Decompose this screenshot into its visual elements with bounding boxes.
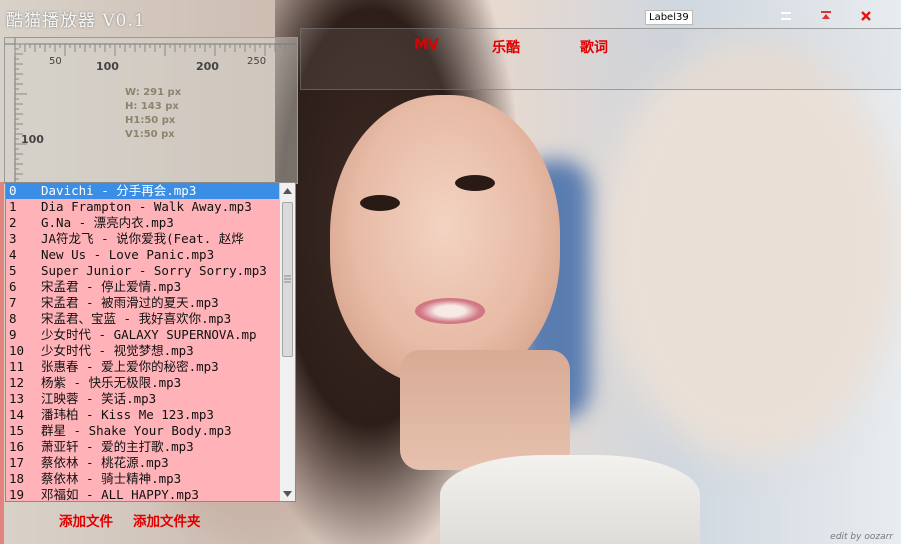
track-name: 江映蓉 - 笑话.mp3 [41,391,157,406]
track-index: 18 [9,471,25,486]
track-index: 17 [9,455,25,470]
playlist-item[interactable]: 8 宋孟君、宝蓝 - 我好喜欢你.mp3 [6,311,282,327]
track-index: 3 [9,231,17,246]
add-folder-button[interactable]: 添加文件夹 [133,510,201,530]
track-index: 16 [9,439,25,454]
watermark: edit by oozarr [830,532,893,542]
ruler-height: H: 143 px [125,101,179,112]
playlist-item[interactable]: 7 宋孟君 - 被雨滑过的夏天.mp3 [6,295,282,311]
track-index: 5 [9,263,17,278]
track-index: 2 [9,215,17,230]
ruler-x-tick: 100 [96,60,119,73]
track-name: Davichi - 分手再会.mp3 [41,183,197,198]
track-name: 蔡依林 - 骑士精神.mp3 [41,471,182,486]
ruler-x-tick: 250 [247,56,267,67]
track-name: 少女时代 - 视觉梦想.mp3 [41,343,194,358]
track-name: 少女时代 - GALAXY SUPERNOVA.mp [41,327,257,342]
ruler-widget[interactable]: 50 100 200 250 100 W: 291 px H: 143 px H… [4,37,298,184]
playlist-item[interactable]: 0 Davichi - 分手再会.mp3 [6,183,282,199]
track-index: 1 [9,199,17,214]
playlist-item[interactable]: 3 JA符龙飞 - 说你爱我(Feat. 赵烨 [6,231,282,247]
track-index: 19 [9,487,25,502]
playlist-item[interactable]: 14 潘玮柏 - Kiss Me 123.mp3 [6,407,282,423]
track-name: Super Junior - Sorry Sorry.mp3 [41,263,267,278]
ruler-x-tick: 200 [196,60,219,73]
label39: Label39 [645,10,693,25]
track-name: JA符龙飞 - 说你爱我(Feat. 赵烨 [41,231,244,246]
track-index: 13 [9,391,25,406]
track-index: 14 [9,407,25,422]
ruler-width: W: 291 px [125,87,182,98]
restore-icon[interactable] [819,9,833,23]
playlist-item[interactable]: 18 蔡依林 - 骑士精神.mp3 [6,471,282,487]
playlist-item[interactable]: 12 杨紫 - 快乐无极限.mp3 [6,375,282,391]
track-index: 8 [9,311,17,326]
track-name: G.Na - 漂亮内衣.mp3 [41,215,174,230]
playlist-item[interactable]: 5 Super Junior - Sorry Sorry.mp3 [6,263,282,279]
minimize-icon[interactable] [779,9,793,23]
playlist-item[interactable]: 2 G.Na - 漂亮内衣.mp3 [6,215,282,231]
scroll-thumb[interactable] [282,202,293,357]
track-name: New Us - Love Panic.mp3 [41,247,215,262]
track-index: 4 [9,247,17,262]
scroll-down-icon[interactable] [280,486,295,501]
track-name: 邓福如 - ALL HAPPY.mp3 [41,487,199,502]
playlist[interactable]: 0 Davichi - 分手再会.mp3 1 Dia Frampton - Walk … [5,182,296,502]
track-index: 10 [9,343,25,358]
track-name: Dia Frampton - Walk Away.mp3 [41,199,252,214]
playlist-item[interactable]: 11 张惠春 - 爱上爱你的秘密.mp3 [6,359,282,375]
scroll-up-icon[interactable] [280,183,295,198]
playlist-item[interactable]: 15 群星 - Shake Your Body.mp3 [6,423,282,439]
close-icon[interactable] [859,9,873,23]
ruler-x-tick: 50 [49,56,62,67]
track-index: 0 [9,183,17,198]
tab-mv[interactable]: MV [414,37,439,53]
track-index: 11 [9,359,25,374]
track-name: 萧亚轩 - 爱的主打歌.mp3 [41,439,194,454]
ruler-h1: H1:50 px [125,115,176,126]
ruler-y-tick: 100 [21,133,44,146]
playlist-item[interactable]: 19 邓福如 - ALL HAPPY.mp3 [6,487,282,502]
track-index: 12 [9,375,25,390]
window-title: 酷猫播放器 V0.1 [6,11,146,31]
track-index: 9 [9,327,17,342]
track-name: 杨紫 - 快乐无极限.mp3 [41,375,182,390]
track-name: 宋孟君 - 被雨滑过的夏天.mp3 [41,295,219,310]
playlist-item[interactable]: 6 宋孟君 - 停止爱情.mp3 [6,279,282,295]
playlist-item[interactable]: 10 少女时代 - 视觉梦想.mp3 [6,343,282,359]
track-name: 潘玮柏 - Kiss Me 123.mp3 [41,407,214,422]
track-name: 张惠春 - 爱上爱你的秘密.mp3 [41,359,219,374]
playlist-item[interactable]: 9 少女时代 - GALAXY SUPERNOVA.mp [6,327,282,343]
playlist-item[interactable]: 16 萧亚轩 - 爱的主打歌.mp3 [6,439,282,455]
playlist-item[interactable]: 1 Dia Frampton - Walk Away.mp3 [6,199,282,215]
playlist-item[interactable]: 17 蔡依林 - 桃花源.mp3 [6,455,282,471]
track-index: 15 [9,423,25,438]
track-name: 宋孟君、宝蓝 - 我好喜欢你.mp3 [41,311,232,326]
track-name: 群星 - Shake Your Body.mp3 [41,423,232,438]
ruler-info: W: 291 px H: 143 px H1:50 px V1:50 px [125,86,181,142]
track-index: 6 [9,279,17,294]
playlist-item[interactable]: 4 New Us - Love Panic.mp3 [6,247,282,263]
left-edge-accent [0,182,4,544]
track-index: 7 [9,295,17,310]
tab-leku[interactable]: 乐酷 [492,37,520,57]
track-name: 蔡依林 - 桃花源.mp3 [41,455,169,470]
tab-lyrics[interactable]: 歌词 [580,37,608,57]
playlist-scrollbar[interactable] [279,183,295,501]
ruler-v1: V1:50 px [125,129,175,140]
add-file-button[interactable]: 添加文件 [59,510,113,530]
track-name: 宋孟君 - 停止爱情.mp3 [41,279,182,294]
playlist-item[interactable]: 13 江映蓉 - 笑话.mp3 [6,391,282,407]
